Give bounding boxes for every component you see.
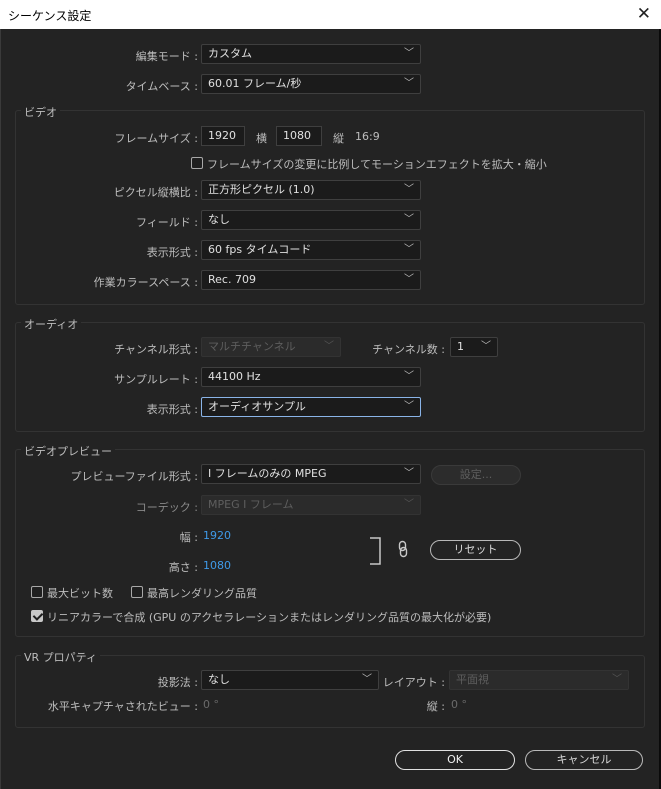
- chevron-down-icon: ﹀: [404, 184, 414, 195]
- channel-format-dropdown[interactable]: マルチチャンネル ﹀: [201, 337, 341, 357]
- preview-file-format-dropdown[interactable]: I フレームのみの MPEG ﹀: [201, 464, 421, 484]
- chevron-down-icon: ﹀: [404, 371, 414, 382]
- audio-group-title: オーディオ: [21, 316, 82, 332]
- chevron-down-icon: ﹀: [362, 674, 372, 685]
- chain-link-icon[interactable]: [397, 540, 409, 558]
- frame-width-input[interactable]: 1920: [201, 126, 245, 146]
- pixel-aspect-label: ピクセル縦横比 :: [113, 186, 198, 199]
- vr-layout-dropdown[interactable]: 平面視 ﹀: [449, 670, 629, 690]
- horizontal-capture-value: 0 °: [203, 698, 219, 711]
- chevron-down-icon: ﹀: [404, 401, 414, 412]
- aspect-ratio: 16:9: [355, 130, 380, 143]
- channel-count-dropdown[interactable]: 1 ﹀: [450, 337, 498, 357]
- preview-width-value[interactable]: 1920: [203, 529, 231, 542]
- audio-display-format-value: オーディオサンプル: [208, 400, 306, 413]
- chevron-down-icon: ﹀: [481, 341, 491, 352]
- edit-mode-label: 編集モード :: [135, 50, 198, 63]
- pixel-aspect-value: 正方形ピクセル (1.0): [208, 183, 315, 196]
- vr-properties-group-title: VR プロパティ: [21, 649, 101, 665]
- timebase-value: 60.01 フレーム/秒: [208, 77, 302, 90]
- timebase-label: タイムベース :: [125, 80, 198, 93]
- chevron-down-icon: ﹀: [404, 274, 414, 285]
- codec-dropdown[interactable]: MPEG I フレーム ﹀: [201, 495, 421, 515]
- scale-motion-label: フレームサイズの変更に比例してモーションエフェクトを拡大・縮小: [207, 158, 547, 171]
- link-bracket: [370, 537, 381, 565]
- fields-value: なし: [208, 213, 230, 226]
- frame-height-unit: 縦: [333, 132, 344, 145]
- audio-display-format-label: 表示形式 :: [146, 403, 198, 416]
- preview-settings-button[interactable]: 設定...: [431, 465, 521, 485]
- video-group-title: ビデオ: [21, 104, 60, 120]
- channel-count-value: 1: [457, 340, 464, 353]
- chevron-down-icon: ﹀: [404, 468, 414, 479]
- audio-display-format-dropdown[interactable]: オーディオサンプル ﹀: [201, 397, 421, 417]
- vertical-label: 縦 :: [426, 700, 445, 713]
- chevron-down-icon: ﹀: [404, 48, 414, 59]
- frame-size-label: フレームサイズ :: [114, 132, 198, 145]
- reset-button[interactable]: リセット: [430, 540, 521, 560]
- sample-rate-dropdown[interactable]: 44100 Hz ﹀: [201, 367, 421, 387]
- codec-label: コーデック :: [135, 501, 198, 514]
- color-space-dropdown[interactable]: Rec. 709 ﹀: [201, 270, 421, 290]
- preview-height-label: 高さ :: [168, 561, 198, 574]
- edit-mode-dropdown[interactable]: カスタム ﹀: [201, 44, 421, 64]
- chevron-down-icon: ﹀: [404, 214, 414, 225]
- chevron-down-icon: ﹀: [404, 499, 414, 510]
- vr-layout-value: 平面視: [456, 673, 489, 686]
- frame-width-unit: 横: [256, 132, 267, 145]
- title-bar: シーケンス設定 ✕: [0, 0, 661, 30]
- max-render-quality-label: 最高レンダリング品質: [147, 587, 257, 600]
- video-display-format-dropdown[interactable]: 60 fps タイムコード ﹀: [201, 240, 421, 260]
- linear-color-checkbox[interactable]: [31, 610, 43, 622]
- color-space-value: Rec. 709: [208, 273, 256, 286]
- projection-value: なし: [208, 673, 230, 686]
- preview-height-value[interactable]: 1080: [203, 559, 231, 572]
- projection-label: 投影法 :: [157, 676, 198, 689]
- sample-rate-label: サンプルレート :: [114, 373, 198, 386]
- max-bit-depth-checkbox[interactable]: [31, 586, 43, 598]
- horizontal-capture-label: 水平キャプチャされたビュー :: [47, 700, 198, 713]
- linear-color-label: リニアカラーで合成 (GPU のアクセラレーションまたはレンダリング品質の最大化…: [47, 611, 492, 624]
- preview-file-format-label: プレビューファイル形式 :: [70, 470, 198, 483]
- channel-format-label: チャンネル形式 :: [114, 343, 198, 356]
- video-preview-group-title: ビデオプレビュー: [21, 443, 115, 459]
- chevron-down-icon: ﹀: [324, 341, 334, 352]
- preview-width-label: 幅 :: [179, 531, 198, 544]
- projection-dropdown[interactable]: なし ﹀: [201, 670, 379, 690]
- max-bit-depth-label: 最大ビット数: [47, 587, 113, 600]
- channel-format-value: マルチチャンネル: [208, 340, 296, 353]
- preview-file-format-value: I フレームのみの MPEG: [208, 467, 327, 480]
- vertical-value: 0 °: [451, 698, 467, 711]
- fields-label: フィールド :: [136, 216, 198, 229]
- chevron-down-icon: ﹀: [612, 674, 622, 685]
- ok-button[interactable]: OK: [395, 750, 515, 770]
- cancel-button[interactable]: キャンセル: [525, 750, 643, 770]
- video-display-format-label: 表示形式 :: [146, 246, 198, 259]
- scale-motion-checkbox[interactable]: [191, 157, 203, 169]
- video-display-format-value: 60 fps タイムコード: [208, 243, 312, 256]
- edit-mode-value: カスタム: [208, 47, 252, 60]
- frame-height-input[interactable]: 1080: [276, 126, 322, 146]
- codec-value: MPEG I フレーム: [208, 498, 294, 511]
- vr-properties-group: [15, 655, 645, 728]
- fields-dropdown[interactable]: なし ﹀: [201, 210, 421, 230]
- channel-count-label: チャンネル数 :: [372, 343, 445, 356]
- pixel-aspect-dropdown[interactable]: 正方形ピクセル (1.0) ﹀: [201, 180, 421, 200]
- chevron-down-icon: ﹀: [404, 244, 414, 255]
- timebase-dropdown[interactable]: 60.01 フレーム/秒 ﹀: [201, 74, 421, 94]
- max-render-quality-checkbox[interactable]: [131, 586, 143, 598]
- vr-layout-label: レイアウト :: [382, 676, 445, 689]
- chevron-down-icon: ﹀: [404, 78, 414, 89]
- sample-rate-value: 44100 Hz: [208, 370, 261, 383]
- close-icon[interactable]: ✕: [637, 4, 651, 24]
- window-title: シーケンス設定: [8, 9, 92, 23]
- color-space-label: 作業カラースペース :: [93, 276, 198, 289]
